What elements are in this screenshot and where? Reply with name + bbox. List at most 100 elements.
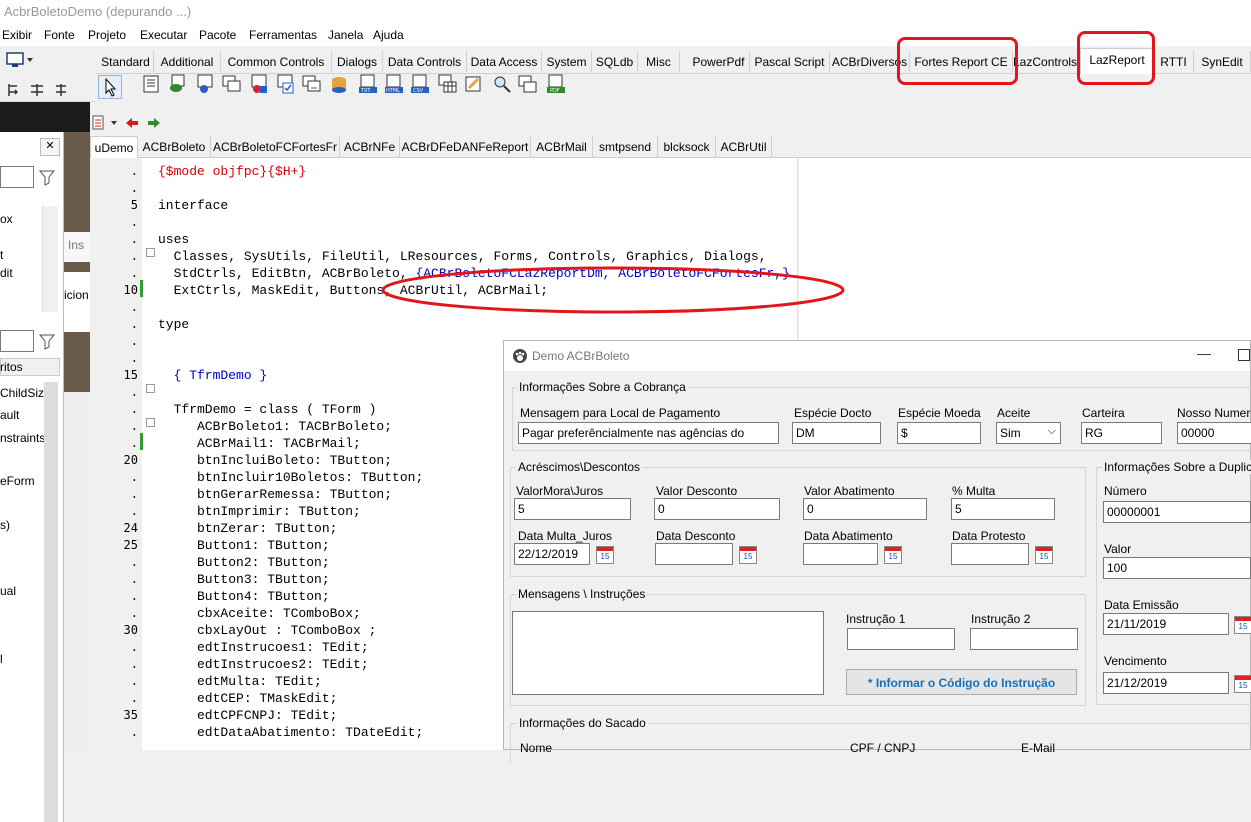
menu-executar[interactable]: Executar: [140, 28, 187, 42]
tab-sqldb[interactable]: SQLdb: [592, 51, 638, 72]
lazreport-txt-export-icon[interactable]: TXT: [358, 74, 378, 94]
lazreport-html-export-icon[interactable]: HTML: [384, 74, 404, 94]
calendar-icon[interactable]: 15: [596, 546, 614, 564]
nosso-numero-input[interactable]: 00000: [1177, 422, 1251, 444]
menu-janela[interactable]: Janela: [328, 28, 363, 42]
carteira-input[interactable]: RG: [1081, 422, 1162, 444]
code-line[interactable]: edtInstrucoes2: TEdit;: [158, 657, 369, 672]
menu-ajuda[interactable]: Ajuda: [373, 28, 404, 42]
multa-input[interactable]: 5: [951, 498, 1055, 520]
tab-acbrboletofcfortesfr[interactable]: ACBrBoletoFCFortesFr: [211, 136, 340, 158]
mora-input[interactable]: 5: [514, 498, 631, 520]
data-protesto-input[interactable]: [951, 543, 1029, 565]
lazreport-shape-icon[interactable]: [250, 74, 270, 94]
code-line[interactable]: btnIncluiBoleto: TButton;: [158, 453, 392, 468]
code-line[interactable]: Button3: TButton;: [158, 572, 330, 587]
instrucao1-input[interactable]: [847, 628, 955, 650]
code-line[interactable]: cbxLayOut : TComboBox ;: [158, 623, 376, 638]
left-item[interactable]: ritos: [0, 360, 23, 374]
menu-exibir[interactable]: Exibir: [2, 28, 32, 42]
code-line[interactable]: edtDataAbatimento: TDateEdit;: [158, 725, 423, 740]
code-line[interactable]: edtCPFCNPJ: TEdit;: [158, 708, 337, 723]
menu-projeto[interactable]: Projeto: [88, 28, 126, 42]
code-line[interactable]: Button2: TButton;: [158, 555, 330, 570]
code-line[interactable]: ACBrMail1: TACBrMail;: [158, 436, 361, 451]
unit-list-icon[interactable]: [90, 114, 120, 132]
scrollbar[interactable]: [42, 206, 58, 312]
maximize-icon[interactable]: [1238, 349, 1250, 361]
code-line[interactable]: btnImprimir: TButton;: [158, 504, 361, 519]
calendar-icon[interactable]: 15: [884, 546, 902, 564]
lazreport-preview-icon[interactable]: [492, 74, 512, 94]
pointer-tool-icon[interactable]: [98, 75, 122, 99]
code-line[interactable]: uses: [158, 232, 189, 247]
tab-smtpsend[interactable]: smtpsend: [593, 136, 658, 158]
mensagens-textarea[interactable]: [512, 611, 824, 695]
filter-input[interactable]: [0, 166, 34, 188]
tab-data-access[interactable]: Data Access: [467, 51, 542, 72]
tab-powerpdf[interactable]: PowerPdf: [688, 51, 750, 72]
code-line[interactable]: edtInstrucoes1: TEdit;: [158, 640, 369, 655]
layout-tools-icon[interactable]: [6, 82, 70, 98]
tab-system[interactable]: System: [542, 51, 592, 72]
code-line[interactable]: Classes, SysUtils, FileUtil, LResources,…: [158, 249, 767, 264]
code-line[interactable]: btnGerarRemessa: TButton;: [158, 487, 392, 502]
tab-acbrdfedanfereport[interactable]: ACBrDFeDANFeReport: [400, 136, 531, 158]
back-arrow-icon[interactable]: [124, 114, 140, 132]
tab-blcksock[interactable]: blcksock: [658, 136, 716, 158]
code-line[interactable]: {$mode objfpc}{$H+}: [158, 164, 306, 179]
tab-pascal-script[interactable]: Pascal Script: [750, 51, 830, 72]
menu-ferramentas[interactable]: Ferramentas: [249, 28, 317, 42]
aceite-select[interactable]: Sim ⌵: [996, 422, 1061, 444]
tab-data-controls[interactable]: Data Controls: [383, 51, 467, 72]
tab-standard[interactable]: Standard: [98, 51, 154, 72]
calendar-icon[interactable]: 15: [739, 546, 757, 564]
tab-common-controls[interactable]: Common Controls: [221, 51, 332, 72]
lazreport-dbtable-icon[interactable]: [330, 74, 350, 94]
menu-fonte[interactable]: Fonte: [44, 28, 75, 42]
fold-icon[interactable]: [146, 248, 155, 257]
tab-misc[interactable]: Misc: [638, 51, 680, 72]
informar-codigo-button[interactable]: * Informar o Código do Instrução: [846, 669, 1077, 695]
search-input[interactable]: [0, 330, 34, 352]
code-line[interactable]: btnIncluir10Boletos: TButton;: [158, 470, 423, 485]
tab-acbrboleto[interactable]: ACBrBoleto: [138, 136, 211, 158]
fold-icon[interactable]: [146, 418, 155, 427]
code-line[interactable]: edtCEP: TMaskEdit;: [158, 691, 337, 706]
desconto-input[interactable]: 0: [654, 498, 780, 520]
especie-docto-input[interactable]: DM: [792, 422, 881, 444]
lazreport-designer-icon[interactable]: [464, 74, 484, 94]
lazreport-composite-icon[interactable]: [222, 74, 242, 94]
filter-icon[interactable]: [38, 330, 58, 352]
code-line[interactable]: TfrmDemo = class ( TForm ): [158, 402, 377, 417]
tab-synedit[interactable]: SynEdit: [1194, 51, 1251, 72]
monitor-icon[interactable]: [6, 52, 34, 68]
lazreport-dbdataset-icon[interactable]: [168, 74, 188, 94]
tab-acbrmail[interactable]: ACBrMail: [531, 136, 593, 158]
calendar-icon[interactable]: 15: [1234, 616, 1251, 634]
valor-input[interactable]: 100: [1103, 557, 1251, 579]
lazreport-pdf-export-icon[interactable]: PDF: [546, 74, 566, 94]
code-line[interactable]: ACBrBoleto1: TACBrBoleto;: [158, 419, 392, 434]
code-line[interactable]: type: [158, 317, 189, 332]
tab-udemo[interactable]: uDemo: [90, 136, 138, 158]
tab-acbrutil[interactable]: ACBrUtil: [716, 136, 772, 158]
lazreport-grid-icon[interactable]: [438, 74, 458, 94]
data-desconto-input[interactable]: [655, 543, 733, 565]
fold-icon[interactable]: [146, 384, 155, 393]
lazreport-check-icon[interactable]: [276, 74, 296, 94]
instrucao2-input[interactable]: [970, 628, 1078, 650]
data-abatimento-input[interactable]: [803, 543, 878, 565]
lazreport-print-icon[interactable]: [518, 74, 538, 94]
lazreport-chart-icon[interactable]: [302, 74, 322, 94]
tab-lazcontrols[interactable]: LazControls: [1013, 51, 1078, 72]
scrollbar[interactable]: [44, 382, 58, 822]
lazreport-csv-export-icon[interactable]: CSV: [410, 74, 430, 94]
code-line[interactable]: btnZerar: TButton;: [158, 521, 337, 536]
close-icon[interactable]: ✕: [40, 138, 60, 156]
tab-acbrnfe[interactable]: ACBrNFe: [340, 136, 400, 158]
forward-arrow-icon[interactable]: [146, 114, 162, 132]
menu-pacote[interactable]: Pacote: [199, 28, 236, 42]
code-line[interactable]: { TfrmDemo }: [158, 368, 268, 383]
code-line[interactable]: edtMulta: TEdit;: [158, 674, 322, 689]
